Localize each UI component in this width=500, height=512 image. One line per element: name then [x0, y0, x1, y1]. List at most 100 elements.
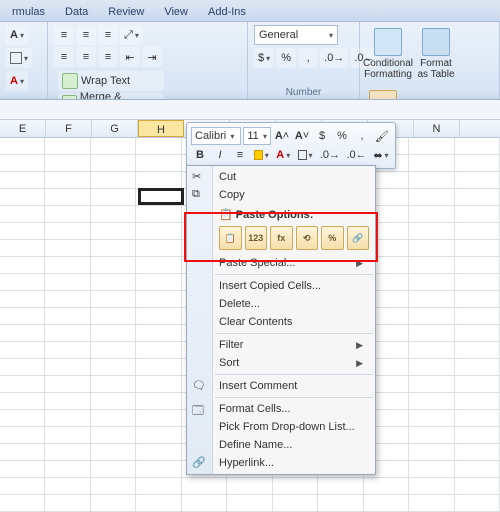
- cell[interactable]: [136, 155, 181, 172]
- cell[interactable]: [409, 410, 454, 427]
- cell[interactable]: [45, 155, 90, 172]
- cell[interactable]: [91, 308, 136, 325]
- cell[interactable]: [0, 325, 45, 342]
- cell[interactable]: [91, 495, 136, 512]
- cell[interactable]: [91, 291, 136, 308]
- mini-decdec-button[interactable]: .0←: [344, 146, 369, 164]
- menu-copy[interactable]: ⧉ Copy: [187, 186, 375, 204]
- cell[interactable]: [182, 478, 227, 495]
- cell[interactable]: [45, 223, 90, 240]
- cell[interactable]: [136, 444, 181, 461]
- cell[interactable]: [45, 206, 90, 223]
- cell[interactable]: [136, 410, 181, 427]
- cell[interactable]: [409, 223, 454, 240]
- mini-format-painter-button[interactable]: 🖌: [373, 127, 391, 145]
- cell[interactable]: [409, 478, 454, 495]
- grid-row[interactable]: [0, 495, 500, 512]
- paste-option-5[interactable]: 🔗: [347, 226, 370, 250]
- cell[interactable]: [455, 308, 500, 325]
- mini-align-button[interactable]: ≡: [231, 146, 249, 164]
- cell[interactable]: [45, 393, 90, 410]
- cell[interactable]: [91, 376, 136, 393]
- mini-fillcolor-button[interactable]: ▾: [251, 146, 272, 164]
- cell[interactable]: [455, 393, 500, 410]
- cell[interactable]: [364, 495, 409, 512]
- paste-option-1[interactable]: 123: [245, 226, 268, 250]
- orientation-button[interactable]: ⤢▾: [120, 25, 143, 45]
- menu-clear-contents[interactable]: Clear Contents: [187, 313, 375, 331]
- cell[interactable]: [0, 461, 45, 478]
- cell[interactable]: [0, 189, 45, 206]
- cell[interactable]: [455, 427, 500, 444]
- mini-border-button[interactable]: ▾: [295, 146, 316, 164]
- cell[interactable]: [136, 138, 181, 155]
- cell[interactable]: [0, 444, 45, 461]
- cell[interactable]: [455, 478, 500, 495]
- cell[interactable]: [273, 495, 318, 512]
- align-left-button[interactable]: ≡: [54, 47, 74, 67]
- cell[interactable]: [136, 172, 181, 189]
- cell[interactable]: [227, 495, 272, 512]
- menu-paste-special[interactable]: Paste Special...▶: [187, 254, 375, 272]
- menu-hyperlink[interactable]: 🔗 Hyperlink...: [187, 454, 375, 472]
- align-middle-button[interactable]: ≡: [76, 25, 96, 45]
- cell[interactable]: [455, 461, 500, 478]
- cell[interactable]: [136, 291, 181, 308]
- cell[interactable]: [409, 189, 454, 206]
- cell[interactable]: [409, 138, 454, 155]
- cell[interactable]: [0, 223, 45, 240]
- cell[interactable]: [455, 291, 500, 308]
- align-center-button[interactable]: ≡: [76, 47, 96, 67]
- cell[interactable]: [409, 461, 454, 478]
- column-header-N[interactable]: N: [414, 120, 460, 137]
- cell[interactable]: [455, 138, 500, 155]
- mini-percent-button[interactable]: %: [333, 127, 351, 145]
- cell[interactable]: [409, 308, 454, 325]
- cell[interactable]: [136, 427, 181, 444]
- menu-filter[interactable]: Filter▶: [187, 336, 375, 354]
- cell[interactable]: [45, 444, 90, 461]
- cell[interactable]: [136, 308, 181, 325]
- cell[interactable]: [0, 240, 45, 257]
- cell[interactable]: [45, 325, 90, 342]
- cell[interactable]: [45, 410, 90, 427]
- menu-define-name[interactable]: Define Name...: [187, 436, 375, 454]
- cell[interactable]: [409, 359, 454, 376]
- cell[interactable]: [91, 223, 136, 240]
- mini-italic-button[interactable]: I: [211, 146, 229, 164]
- align-top-button[interactable]: ≡: [54, 25, 74, 45]
- cell[interactable]: [409, 376, 454, 393]
- cell[interactable]: [45, 427, 90, 444]
- cell[interactable]: [318, 478, 363, 495]
- cell[interactable]: [91, 427, 136, 444]
- mini-fontcolor-button[interactable]: A▾: [274, 146, 293, 164]
- percent-button[interactable]: %: [276, 48, 296, 68]
- fontsize-grow-button[interactable]: A▾: [6, 25, 28, 45]
- paste-option-0[interactable]: 📋: [219, 226, 242, 250]
- indent-inc-button[interactable]: ⇥: [142, 47, 162, 67]
- cell[interactable]: [136, 461, 181, 478]
- mini-bold-button[interactable]: B: [191, 146, 209, 164]
- tab-view[interactable]: View: [154, 2, 198, 21]
- cell[interactable]: [91, 410, 136, 427]
- cell[interactable]: [45, 172, 90, 189]
- cell[interactable]: [91, 444, 136, 461]
- cell[interactable]: [91, 138, 136, 155]
- cell[interactable]: [136, 240, 181, 257]
- currency-button[interactable]: $▾: [254, 48, 274, 68]
- column-header-G[interactable]: G: [92, 120, 138, 137]
- column-header-F[interactable]: F: [46, 120, 92, 137]
- cell[interactable]: [409, 155, 454, 172]
- cell[interactable]: [455, 240, 500, 257]
- mini-shrink-font-button[interactable]: A˅: [293, 127, 311, 145]
- cell[interactable]: [0, 478, 45, 495]
- mini-size-select[interactable]: 11 ▾: [243, 127, 271, 145]
- cell[interactable]: [136, 376, 181, 393]
- wrap-text-button[interactable]: Wrap Text: [58, 71, 164, 91]
- cell[interactable]: [409, 206, 454, 223]
- cell[interactable]: [0, 257, 45, 274]
- tab-review[interactable]: Review: [98, 2, 154, 21]
- mini-comma-button[interactable]: ,: [353, 127, 371, 145]
- cell[interactable]: [91, 206, 136, 223]
- cell[interactable]: [136, 393, 181, 410]
